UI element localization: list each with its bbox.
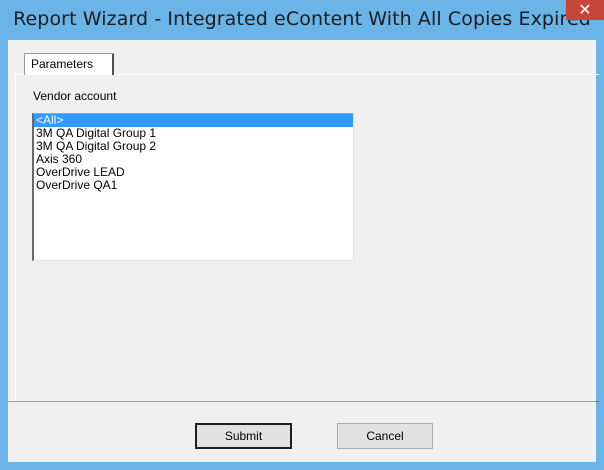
close-icon[interactable]: ✕ — [566, 0, 604, 20]
report-wizard-window: Report Wizard - Integrated eContent With… — [0, 0, 604, 470]
vendor-account-listbox[interactable]: <All> 3M QA Digital Group 1 3M QA Digita… — [32, 113, 354, 261]
title-bar[interactable]: Report Wizard - Integrated eContent With… — [0, 0, 604, 40]
divider — [8, 401, 596, 402]
tab-parameters[interactable]: Parameters — [24, 53, 114, 75]
vendor-account-label: Vendor account — [33, 89, 117, 103]
submit-button[interactable]: Submit — [195, 423, 292, 449]
cancel-button[interactable]: Cancel — [337, 423, 433, 449]
list-item[interactable]: OverDrive QA1 — [34, 179, 353, 192]
window-title: Report Wizard - Integrated eContent With… — [13, 8, 591, 30]
tab-edge — [112, 54, 114, 75]
dialog-body: Parameters Vendor account <All> 3M QA Di… — [8, 40, 599, 462]
